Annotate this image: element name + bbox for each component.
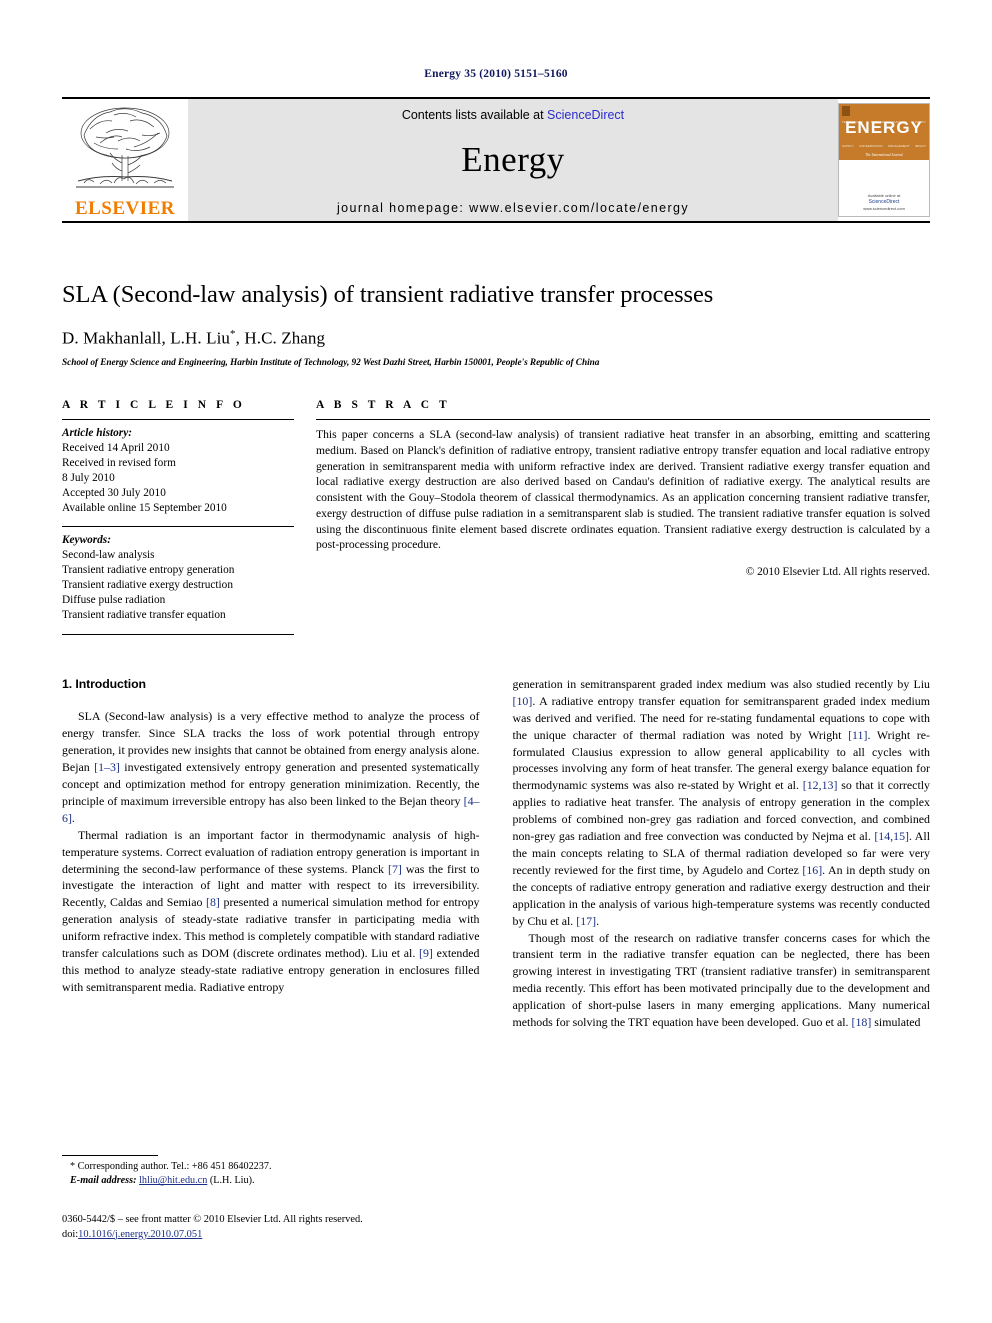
keyword-item: Transient radiative exergy destruction (62, 579, 233, 592)
paragraph: generation in semitransparent graded ind… (512, 676, 931, 928)
keyword-item: Second-law analysis (62, 549, 155, 562)
doi-line: doi:10.1016/j.energy.2010.07.051 (62, 1228, 482, 1243)
citation-link[interactable]: [14,15] (874, 829, 909, 843)
doi-label: doi: (62, 1228, 79, 1240)
citation-link[interactable]: [16] (802, 863, 822, 877)
paragraph: Thermal radiation is an important factor… (62, 827, 480, 994)
paper-page: Energy 35 (2010) 5151–5160 ELSEVIER Cont… (0, 0, 992, 1323)
info-abstract-region: A R T I C L E I N F O Article history: R… (62, 399, 930, 635)
paragraph: Though most of the research on radiative… (512, 930, 931, 1030)
email-owner: (L.H. Liu). (209, 1175, 255, 1187)
contents-available-line: Contents lists available at ScienceDirec… (402, 108, 624, 122)
citation-link[interactable]: [9] (419, 946, 433, 960)
abstract-heading: A B S T R A C T (316, 399, 451, 412)
citation-link[interactable]: [10] (513, 694, 533, 708)
keyword-item: Transient radiative entropy generation (62, 564, 235, 577)
cover-top-band: TECHNOLOGY SCIENCE PLANNING POLICY ENERG… (839, 104, 929, 160)
history-item: Available online 15 September 2010 (62, 501, 227, 514)
article-info-heading: A R T I C L E I N F O (62, 399, 246, 412)
abstract-text: This paper concerns a SLA (second-law an… (316, 428, 930, 552)
keyword-item: Diffuse pulse radiation (62, 594, 166, 607)
citation-link[interactable]: [7] (388, 862, 402, 876)
cover-title: ENERGY (845, 118, 923, 137)
article-history-group: Article history: Received 14 April 2010 … (62, 420, 294, 515)
running-head: Energy 35 (2010) 5151–5160 (424, 68, 568, 80)
cover-subtitle: The International Journal (865, 153, 903, 157)
citation-link[interactable]: [4–6] (62, 794, 480, 825)
contents-prefix: Contents lists available at (401, 108, 548, 122)
email-link[interactable]: lhliu@hit.edu.cn (139, 1175, 207, 1186)
author-list: D. Makhanlall, L.H. Liu*, H.C. Zhang (62, 328, 930, 349)
citation-link[interactable]: [17] (576, 914, 596, 928)
title-block: SLA (Second-law analysis) of transient r… (62, 280, 930, 368)
section-heading-introduction: 1. Introduction (62, 676, 146, 691)
masthead-center: Contents lists available at ScienceDirec… (188, 99, 838, 221)
journal-cover-thumbnail: TECHNOLOGY SCIENCE PLANNING POLICY ENERG… (838, 103, 930, 217)
history-item: Received in revised form (62, 456, 176, 469)
history-item: Accepted 30 July 2010 (62, 486, 166, 499)
authors-main: D. Makhanlall, L.H. Liu (62, 329, 231, 349)
paragraph: SLA (Second-law analysis) is a very effe… (62, 709, 480, 825)
keywords-label: Keywords: (62, 534, 111, 547)
sciencedirect-link[interactable]: ScienceDirect (547, 108, 624, 122)
authors-tail: , H.C. Zhang (235, 329, 326, 349)
footnote-rule (62, 1155, 158, 1156)
cover-row-labels-2: SUPPLY CONSERVATION MANAGEMENT IMPACT (842, 144, 926, 148)
email-label: E-mail address: (70, 1175, 137, 1187)
footnote-tel-line: * Corresponding author. Tel.: +86 451 86… (70, 1161, 272, 1172)
journal-title: Energy (461, 140, 565, 179)
elsevier-logo: ELSEVIER (62, 99, 188, 221)
keywords-group: Keywords: Second-law analysis Transient … (62, 527, 294, 622)
journal-homepage-link[interactable]: journal homepage: www.elsevier.com/locat… (337, 201, 689, 215)
history-item: Received 14 April 2010 (62, 441, 170, 454)
page-footer: 0360-5442/$ – see front matter © 2010 El… (62, 1213, 482, 1242)
citation-link[interactable]: [1–3] (94, 760, 120, 774)
elsevier-wordmark: ELSEVIER (74, 198, 176, 219)
article-history-label: Article history: (62, 427, 132, 440)
keyword-item: Transient radiative transfer equation (62, 609, 226, 622)
copyright-line: © 2010 Elsevier Ltd. All rights reserved… (745, 566, 930, 579)
journal-masthead: ELSEVIER Contents lists available at Sci… (62, 97, 930, 223)
cover-bottom-note: Available online at ScienceDirect www.sc… (863, 192, 905, 212)
article-info-column: A R T I C L E I N F O Article history: R… (62, 399, 294, 635)
footnote-email-line: E-mail address: lhliu@hit.edu.cn (L.H. L… (62, 1174, 462, 1188)
body-column-left: 1. Introduction SLA (Second-law analysis… (62, 676, 480, 1031)
page-title: SLA (Second-law analysis) of transient r… (62, 281, 714, 308)
doi-link[interactable]: 10.1016/j.energy.2010.07.051 (78, 1229, 202, 1240)
history-item: 8 July 2010 (62, 471, 115, 484)
cover-badge-icon (842, 106, 850, 116)
affiliation: School of Energy Science and Engineering… (62, 358, 600, 369)
citation-link[interactable]: [8] (206, 895, 220, 909)
citation-link[interactable]: [11] (848, 728, 867, 742)
corresponding-author-footnote: * Corresponding author. Tel.: +86 451 86… (62, 1155, 462, 1189)
abstract-column: A B S T R A C T This paper concerns a SL… (316, 399, 930, 635)
body-column-right: generation in semitransparent graded ind… (513, 676, 931, 1031)
info-bottom-rule (62, 633, 294, 635)
front-matter-line: 0360-5442/$ – see front matter © 2010 El… (62, 1214, 363, 1225)
body-columns: 1. Introduction SLA (Second-law analysis… (62, 676, 930, 1031)
elsevier-tree-icon (76, 107, 174, 188)
citation-link[interactable]: [12,13] (803, 778, 838, 792)
citation-link[interactable]: [18] (851, 1015, 871, 1029)
